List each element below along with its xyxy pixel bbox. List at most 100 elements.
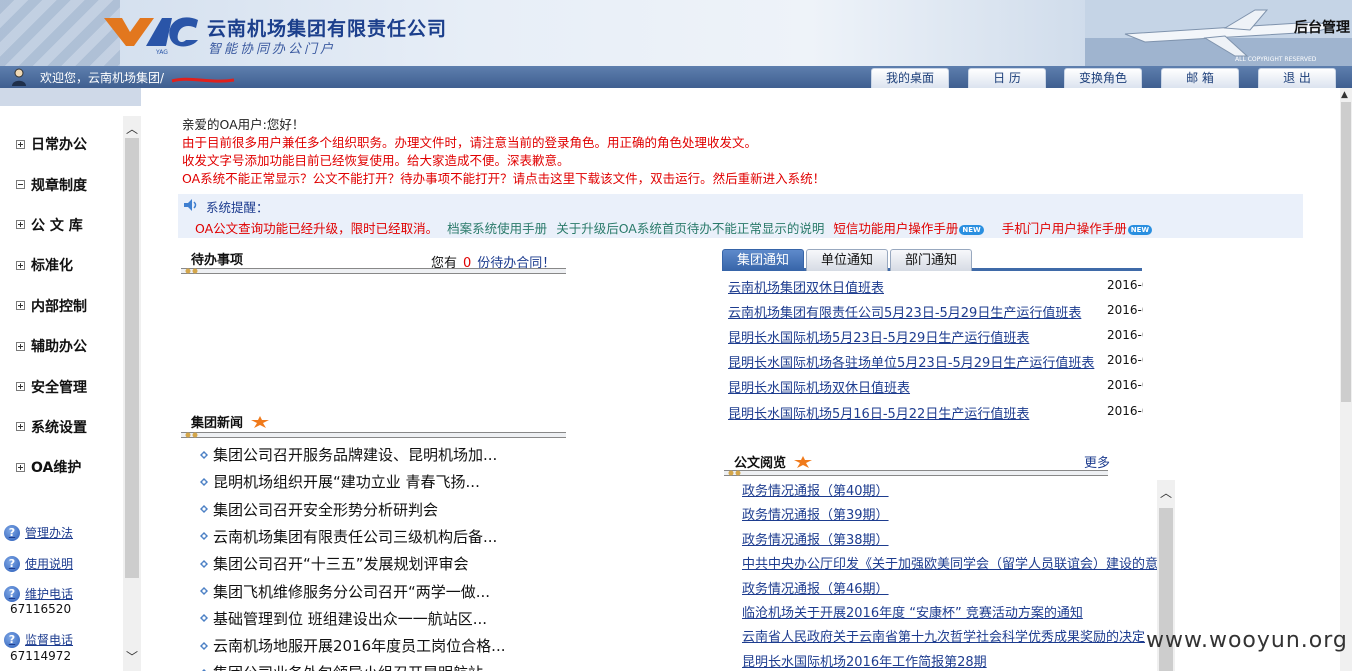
mailbox-button[interactable]: 邮 箱 (1161, 68, 1239, 88)
plane-caption: ALL COPYRIGHT RESERVED (1235, 56, 1317, 63)
todo-contracts-link[interactable]: 份待办合同！ (477, 256, 555, 271)
switch-role-button[interactable]: 变换角色 (1064, 68, 1142, 88)
main-content: 亲爱的OA用户:您好！ 由于目前很多用户兼任多个组织职务。办理文件时，请注意当前… (141, 88, 1340, 671)
admin-link[interactable]: 后台管理 (1294, 17, 1350, 37)
expand-icon (16, 139, 25, 149)
notice-link[interactable]: 昆明长水国际机场5月16日-5月22日生产运行值班表 (728, 403, 1029, 422)
sidebar-item-internal-control[interactable]: 内部控制 (0, 286, 120, 326)
welcome-text: 欢迎您，云南机场集团/ (40, 71, 165, 85)
sidebar-item-label: 公 文 库 (31, 217, 83, 234)
news-item[interactable]: 基础管理到位 班组建设出众一一航站区... (199, 608, 487, 629)
sidebar-item-standardization[interactable]: 标准化 (0, 245, 120, 285)
system-alert-title: 系统提醒： (206, 200, 269, 215)
bullet-icon (200, 614, 208, 623)
sidebar-item-label: 日常办公 (31, 137, 87, 154)
calendar-button[interactable]: 日 历 (968, 68, 1046, 88)
news-item[interactable]: 集团公司召开“十三五”发展规划评审会 (199, 553, 469, 574)
supervision-phone-number: 67114972 (10, 649, 72, 663)
notice-date: 2016-05-23 (1107, 353, 1143, 368)
system-alert-link[interactable]: 手机门户用户操作手册 NEW (1002, 221, 1161, 236)
sidebar-menu: 日常办公 规章制度 公 文 库 标准化 内部控制 辅助办公 安全管理 系统设置 … (0, 124, 120, 488)
sidebar-item-oa-maintenance[interactable]: OA维护 (0, 447, 120, 487)
document-link[interactable]: 临沧机场关于开展2016年度 “安康杯” 竞赛活动方案的通知 (742, 602, 1158, 621)
sidebar-item-document-library[interactable]: 公 文 库 (0, 205, 120, 245)
user-manual-link[interactable]: ? 使用说明 (4, 555, 73, 572)
news-item[interactable]: 集团飞机维修服务分公司召开“两学一做... (199, 581, 490, 602)
help-icon: ? (4, 555, 20, 572)
notice-tabs: 集团通知 单位通知 部门通知 (722, 249, 1142, 271)
sidebar-item-safety-management[interactable]: 安全管理 (0, 366, 120, 406)
sidebar-item-label: 系统设置 (31, 419, 87, 436)
sidebar-scrollbar[interactable]: ︿ ﹀ (123, 116, 141, 671)
tab-department-notices[interactable]: 部门通知 (890, 249, 972, 271)
sidebar-item-label: 安全管理 (31, 379, 87, 396)
news-item[interactable]: 集团公司召开服务品牌建设、昆明机场加... (199, 444, 497, 465)
watermark: www.wooyun.org (1146, 628, 1348, 653)
document-link[interactable]: 云南省人民政府关于云南省第十九次哲学社会科学优秀成果奖励的决定 (742, 626, 1158, 645)
bullet-icon (200, 532, 208, 541)
page-scrollbar[interactable]: ▲ (1340, 88, 1352, 671)
notice-link[interactable]: 云南机场集团双休日值班表 (728, 277, 884, 296)
maintenance-phone-link[interactable]: ? 维护电话 (4, 585, 73, 602)
notice-link[interactable]: 昆明长水国际机场5月23日-5月29日生产运行值班表 (728, 327, 1029, 346)
expand-icon (16, 422, 25, 432)
system-alert-link[interactable]: OA公文查询功能已经升级，限时已经取消。 (195, 221, 438, 236)
ornament-icon (728, 470, 741, 476)
system-alert-link[interactable]: 短信功能用户操作手册 NEW (833, 221, 992, 236)
notice-date: 2016-05-27 (1107, 278, 1143, 292)
tab-group-notices[interactable]: 集团通知 (722, 249, 804, 271)
supervision-phone-link[interactable]: ? 监督电话 (4, 631, 73, 648)
scroll-down-icon[interactable]: ﹀ (126, 648, 138, 665)
section-divider (724, 470, 1108, 476)
scrollbar-thumb[interactable] (1341, 102, 1351, 402)
document-link[interactable]: 昆明长水国际机场2016年工作简报第28期 (742, 651, 1158, 670)
help-icon: ? (4, 631, 20, 648)
hot-star-icon (794, 455, 813, 468)
documents-title: 公文阅览 (734, 452, 814, 471)
logout-button[interactable]: 退 出 (1258, 68, 1336, 88)
system-alert-link[interactable]: 关于升级后OA系统首页待办不能正常显示的说明 (556, 221, 824, 236)
my-desktop-button[interactable]: 我的桌面 (871, 68, 949, 88)
document-link[interactable]: 中共中央办公厅印发《关于加强欧美同学会（留学人员联谊会）建设的意见》 (742, 553, 1158, 572)
redaction-scribble (171, 77, 235, 83)
documents-more-link[interactable]: 更多 (1084, 452, 1110, 471)
expand-icon (16, 462, 25, 472)
sidebar-item-label: 内部控制 (31, 298, 87, 315)
scroll-up-icon[interactable]: ︿ (126, 120, 138, 137)
new-badge: NEW (959, 224, 984, 235)
system-alert-links: OA公文查询功能已经升级，限时已经取消。 档案系统使用手册 关于升级后OA系统首页待… (195, 218, 1170, 237)
sidebar-item-auxiliary-office[interactable]: 辅助办公 (0, 326, 120, 366)
notice-link[interactable]: 昆明长水国际机场双休日值班表 (728, 377, 910, 396)
system-alert-link[interactable]: 档案系统使用手册 (447, 221, 547, 236)
download-fix-link[interactable]: OA系统不能正常显示？公文不能打开？待办事项不能打开？请点击这里下载该文件，双击… (182, 170, 825, 188)
section-divider (181, 432, 566, 438)
logo-text: YAG (155, 49, 168, 56)
sidebar-item-regulations[interactable]: 规章制度 (0, 164, 120, 204)
sidebar-item-daily-office[interactable]: 日常办公 (0, 124, 120, 164)
document-link[interactable]: 政务情况通报（第40期） (742, 480, 1158, 499)
bullet-icon (200, 450, 208, 459)
news-item[interactable]: 昆明机场组织开展“建功立业 青春飞扬... (199, 471, 480, 492)
news-item[interactable]: 集团公司召开安全形势分析研判会 (199, 499, 438, 520)
sidebar-item-system-settings[interactable]: 系统设置 (0, 407, 120, 447)
collapse-icon (16, 180, 25, 190)
tab-unit-notices[interactable]: 单位通知 (806, 249, 888, 271)
document-link[interactable]: 政务情况通报（第46期） (742, 578, 1158, 597)
bullet-icon (200, 641, 208, 650)
notice-link[interactable]: 云南机场集团有限责任公司5月23日-5月29日生产运行值班表 (728, 302, 1081, 321)
scrollbar-thumb[interactable] (125, 138, 139, 578)
bullet-icon (200, 559, 208, 568)
news-item[interactable]: 集团公司业务外包领导小组召开昆明航站... (199, 662, 497, 671)
notice-link[interactable]: 昆明长水国际机场各驻场单位5月23日-5月29日生产运行值班表 (728, 352, 1094, 371)
news-item[interactable]: 云南机场地服开展2016年度员工岗位合格... (199, 635, 505, 656)
document-link[interactable]: 政务情况通报（第38期） (742, 529, 1158, 548)
todo-count-number: 0 (463, 256, 472, 271)
management-rules-link[interactable]: ? 管理办法 (4, 524, 73, 541)
document-link[interactable]: 政务情况通报（第39期） (742, 504, 1158, 523)
scroll-up-icon[interactable]: ︿ (1160, 484, 1172, 501)
system-alert-bar: 系统提醒： OA公文查询功能已经升级，限时已经取消。 档案系统使用手册 关于升级后O… (178, 194, 1303, 238)
hot-star-icon (251, 415, 270, 428)
news-item[interactable]: 云南机场集团有限责任公司三级机构后备... (199, 526, 497, 547)
expand-icon (16, 301, 25, 311)
scroll-up-icon[interactable]: ▲ (1341, 90, 1348, 100)
